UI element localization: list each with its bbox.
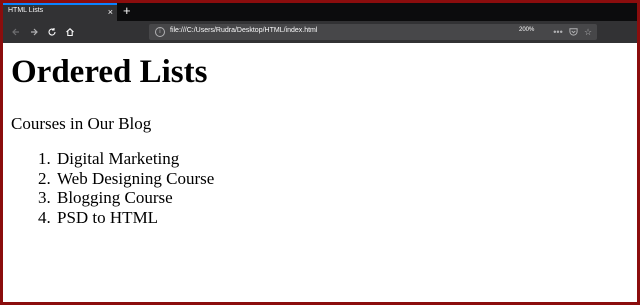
tab-strip: HTML Lists × + (3, 3, 637, 21)
info-icon[interactable]: i (155, 27, 165, 37)
new-tab-icon[interactable]: + (123, 3, 131, 19)
list-item: Blogging Course (55, 188, 214, 208)
ordered-list: Digital Marketing Web Designing Course B… (11, 149, 214, 227)
page-heading: Ordered Lists (11, 54, 208, 90)
intro-paragraph: Courses in Our Blog (11, 114, 152, 133)
reload-icon[interactable] (45, 24, 59, 40)
pocket-icon[interactable] (567, 25, 579, 39)
tab-html-lists[interactable]: HTML Lists × (3, 3, 117, 21)
home-icon[interactable] (63, 24, 77, 40)
forward-icon[interactable] (27, 24, 41, 40)
back-icon[interactable] (9, 24, 23, 40)
zoom-level[interactable]: 200% (519, 27, 534, 33)
bookmark-star-icon[interactable]: ☆ (582, 25, 594, 39)
navigation-toolbar: i file:///C:/Users/Rudra/Desktop/HTML/in… (3, 21, 637, 43)
address-bar[interactable]: i file:///C:/Users/Rudra/Desktop/HTML/in… (149, 24, 597, 40)
list-item: Digital Marketing (55, 149, 214, 169)
more-icon[interactable]: ••• (552, 25, 564, 39)
tab-title: HTML Lists (8, 7, 44, 14)
url-text[interactable]: file:///C:/Users/Rudra/Desktop/HTML/inde… (170, 27, 317, 34)
page-content: Ordered Lists Courses in Our Blog Digita… (3, 43, 637, 302)
list-item: PSD to HTML (55, 208, 214, 228)
list-item: Web Designing Course (55, 169, 214, 189)
screenshot-frame: HTML Lists × + i file:///C:/Users/Rudra/… (0, 0, 640, 305)
close-icon[interactable]: × (108, 6, 113, 18)
